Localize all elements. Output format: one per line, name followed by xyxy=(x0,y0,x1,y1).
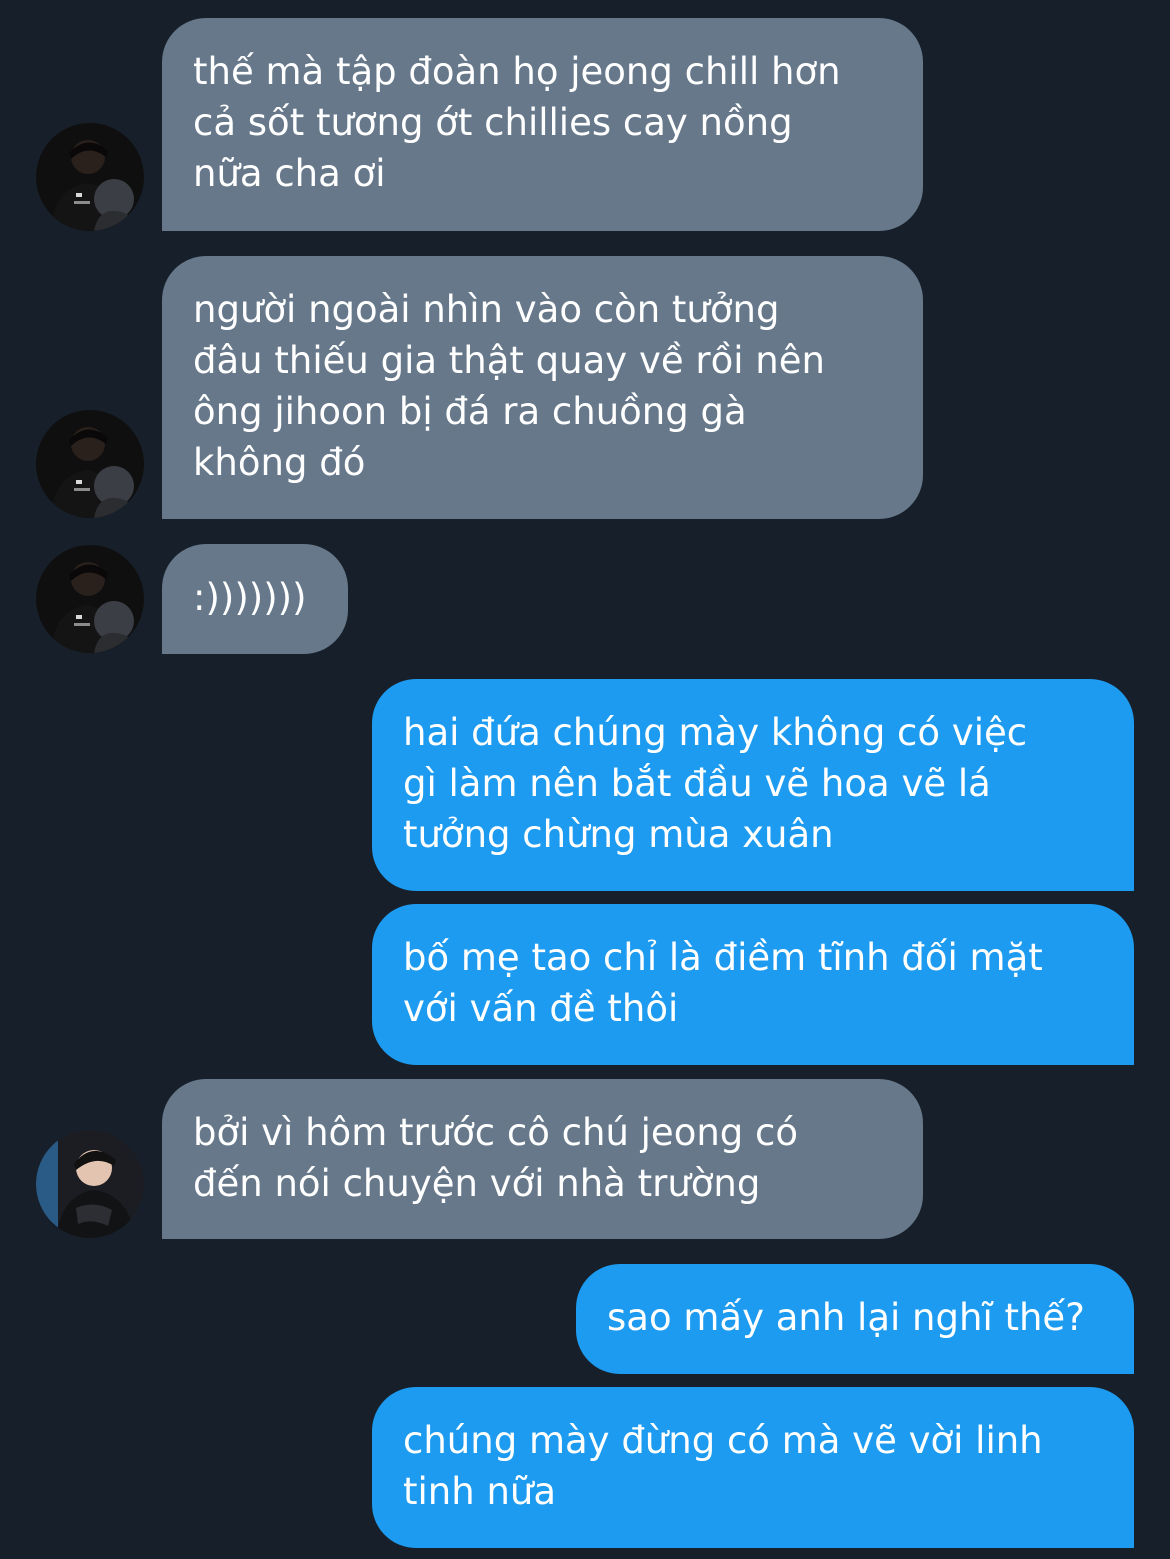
message-bubble-incoming[interactable]: người ngoài nhìn vào còn tưởng đâu thiếu… xyxy=(162,256,923,519)
avatar[interactable] xyxy=(36,545,144,653)
avatar[interactable] xyxy=(36,410,144,518)
message-bubble-outgoing[interactable]: hai đứa chúng mày không có việc gì làm n… xyxy=(372,679,1134,891)
avatar[interactable] xyxy=(36,123,144,231)
message-bubble-incoming[interactable]: :))))))) xyxy=(162,544,348,654)
message-bubble-incoming[interactable]: bởi vì hôm trước cô chú jeong có đến nói… xyxy=(162,1079,923,1239)
message-bubble-outgoing[interactable]: bố mẹ tao chỉ là điềm tĩnh đối mặt với v… xyxy=(372,904,1134,1065)
message-bubble-outgoing[interactable]: chúng mày đừng có mà vẽ vời linh tinh nữ… xyxy=(372,1387,1134,1548)
avatar[interactable] xyxy=(36,1130,144,1238)
message-bubble-outgoing[interactable]: sao mấy anh lại nghĩ thế? xyxy=(576,1264,1134,1374)
profile-photo-icon xyxy=(36,123,144,231)
profile-photo-icon xyxy=(36,410,144,518)
dm-conversation: thế mà tập đoàn họ jeong chill hơn cả số… xyxy=(0,0,1170,1559)
profile-photo-icon xyxy=(36,1130,144,1238)
profile-photo-icon xyxy=(36,545,144,653)
message-bubble-incoming[interactable]: thế mà tập đoàn họ jeong chill hơn cả số… xyxy=(162,18,923,231)
